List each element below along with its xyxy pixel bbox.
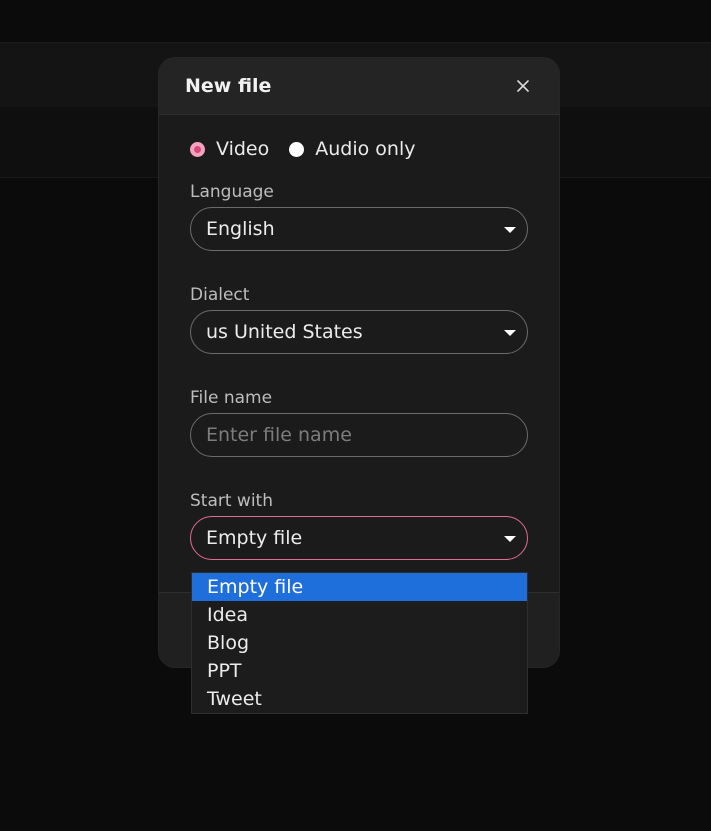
radio-button-unchecked[interactable]: [289, 141, 305, 157]
radio-audio-only-label: Audio only: [315, 138, 416, 160]
chevron-down-icon: [504, 536, 516, 542]
language-select[interactable]: English: [190, 207, 528, 251]
dropdown-option-blog[interactable]: Blog: [192, 629, 527, 657]
file-name-input[interactable]: [206, 424, 506, 446]
dropdown-option-ppt[interactable]: PPT: [192, 657, 527, 685]
dropdown-option-empty-file[interactable]: Empty file: [192, 573, 527, 601]
language-value: English: [206, 218, 275, 240]
dropdown-option-tweet[interactable]: Tweet: [192, 685, 527, 713]
start-with-value: Empty file: [206, 527, 303, 549]
file-name-field[interactable]: [190, 413, 528, 457]
radio-video[interactable]: Video: [190, 138, 269, 160]
dialog-title: New file: [185, 75, 272, 97]
file-name-label: File name: [190, 388, 273, 408]
dialect-value: us United States: [206, 321, 363, 343]
chevron-down-icon: [504, 227, 516, 233]
radio-video-label: Video: [216, 138, 270, 160]
start-with-dropdown-list: Empty file Idea Blog PPT Tweet: [191, 572, 528, 714]
dialog-body: Video Audio only Language English Dialec…: [159, 115, 559, 560]
language-label: Language: [190, 182, 274, 202]
radio-button-checked[interactable]: [190, 141, 205, 157]
chevron-down-icon: [504, 330, 516, 336]
start-with-label: Start with: [190, 491, 273, 511]
dialog-header: New file: [159, 58, 559, 115]
radio-audio-only[interactable]: Audio only: [289, 138, 415, 160]
close-button[interactable]: [513, 76, 533, 96]
close-icon: [517, 80, 529, 92]
dialect-label: Dialect: [190, 285, 250, 305]
dialect-select[interactable]: us United States: [190, 310, 528, 354]
dropdown-option-idea[interactable]: Idea: [192, 601, 527, 629]
start-with-select[interactable]: Empty file: [190, 516, 528, 560]
media-type-radio-group: Video Audio only: [190, 115, 528, 183]
